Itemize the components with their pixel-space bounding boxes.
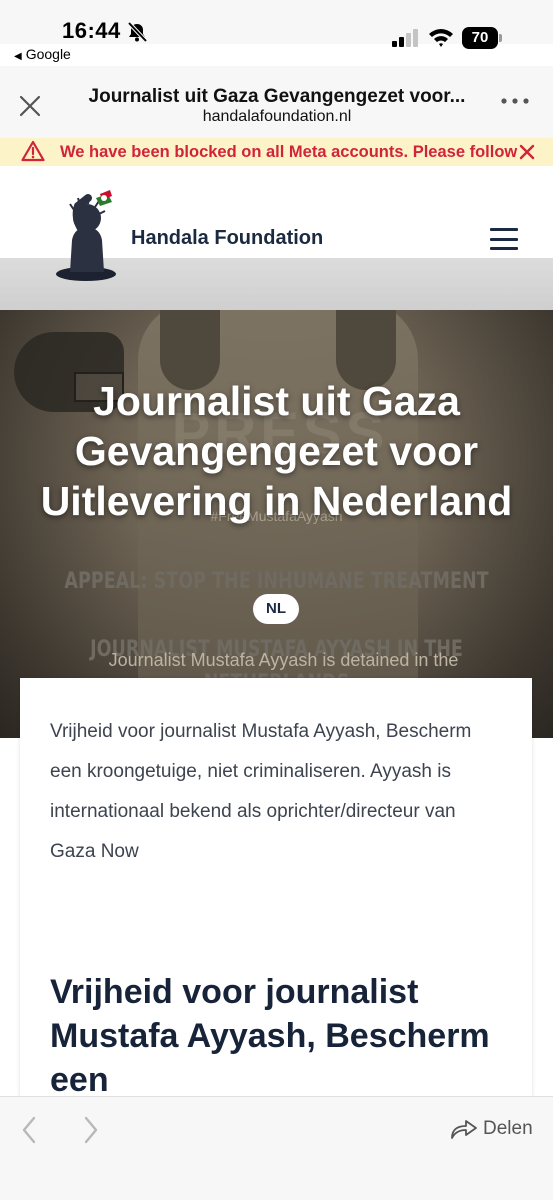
- banner-close-icon[interactable]: [519, 144, 535, 160]
- back-triangle-icon: ◀: [14, 51, 22, 62]
- browser-domain: handalafoundation.nl: [202, 108, 352, 125]
- battery-indicator: 70: [462, 27, 502, 49]
- close-icon[interactable]: [18, 94, 42, 118]
- hero-subtext: Journalist Mustafa Ayyash is detained in…: [108, 650, 459, 670]
- browser-header: Journalist uit Gaza Gevangengezet voor..…: [0, 66, 553, 140]
- more-options-icon[interactable]: [500, 96, 530, 106]
- banner-text: We have been blocked on all Meta account…: [60, 143, 518, 161]
- handala-logo[interactable]: [52, 188, 124, 282]
- site-header: Handala Foundation: [0, 166, 553, 281]
- warning-icon: [21, 140, 45, 162]
- article-heading: Vrijheid voor journalist Mustafa Ayyash,…: [50, 973, 490, 1099]
- back-to-app-link[interactable]: ◀ Google: [14, 46, 71, 62]
- bell-muted-icon: [127, 21, 148, 43]
- back-app-label: Google: [25, 46, 71, 62]
- browser-page-title: Journalist uit Gaza Gevangengezet voor..…: [88, 86, 466, 107]
- article-intro: Vrijheid voor journalist Mustafa Ayyash,…: [50, 721, 472, 862]
- share-icon[interactable]: [450, 1119, 478, 1139]
- article-title: Journalist uit Gaza Gevangengezet voor U…: [40, 378, 513, 524]
- language-badge[interactable]: NL: [253, 594, 299, 624]
- battery-level: 70: [462, 27, 498, 49]
- hero-section: PRESS #FreeMustafaAyyash APPEAL: STOP TH…: [0, 310, 553, 738]
- blocked-notice-banner: We have been blocked on all Meta account…: [0, 138, 553, 166]
- status-bar: 16:44 70: [0, 0, 553, 49]
- article-card: Vrijheid voor journalist Mustafa Ayyash,…: [20, 678, 532, 1099]
- cellular-signal-icon: [392, 29, 418, 47]
- status-time: 16:44: [62, 18, 121, 43]
- forward-arrow-icon[interactable]: [82, 1115, 100, 1145]
- hamburger-menu-icon[interactable]: [490, 228, 518, 250]
- back-arrow-icon[interactable]: [20, 1115, 38, 1145]
- wifi-icon: [429, 29, 453, 47]
- browser-toolbar: Delen: [0, 1096, 553, 1200]
- site-name[interactable]: Handala Foundation: [131, 227, 323, 250]
- share-button-label[interactable]: Delen: [483, 1118, 533, 1140]
